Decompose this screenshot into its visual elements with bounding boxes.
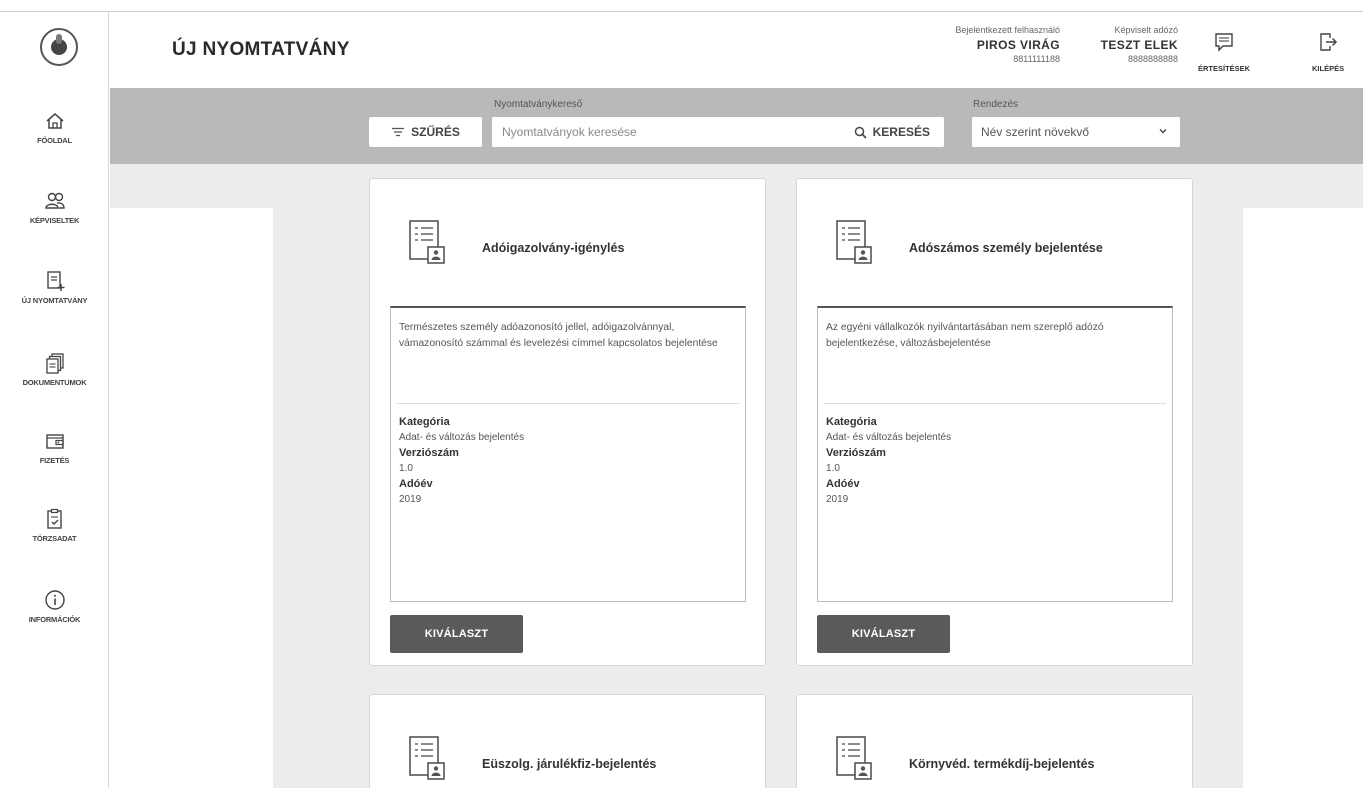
search-caption: Nyomtatványkereső: [494, 99, 583, 110]
card-description: Az egyéni vállalkozók nyilvántartásában …: [826, 322, 1104, 349]
wallet-icon: [45, 434, 64, 449]
sidebar-item-label: ÚJ NYOMTATVÁNY: [21, 296, 88, 305]
sidebar-item-payment[interactable]: FIZETÉS: [0, 430, 109, 465]
version-label: Verziószám: [826, 447, 886, 459]
filter-icon: [392, 127, 405, 137]
category-value: Adat- és változás bejelentés: [399, 432, 525, 443]
logged-in-user: Bejelentkezett felhasználó PIROS VIRÁG 8…: [955, 25, 1060, 64]
card-header: Eüszolg. járulékfiz-bejelentés: [370, 695, 765, 788]
logged-in-caption: Bejelentkezett felhasználó: [955, 25, 1060, 35]
version-value: 1.0: [399, 463, 413, 474]
form-document-icon: [409, 220, 445, 264]
card-header: Adóigazolvány-igénylés: [370, 179, 765, 299]
home-icon: [46, 113, 63, 129]
version-value: 1.0: [826, 463, 840, 474]
sidebar-item-representatives[interactable]: KÉPVISELTEK: [0, 190, 109, 225]
sidebar-item-home[interactable]: FŐOLDAL: [0, 110, 109, 145]
card-title: Adószámos személy bejelentése: [909, 241, 1103, 255]
sidebar-item-label: FŐOLDAL: [37, 136, 72, 145]
sort-value: Név szerint növekvő: [981, 125, 1090, 139]
page-title: ÚJ NYOMTATVÁNY: [172, 39, 350, 60]
filter-button[interactable]: SZŰRÉS: [369, 117, 482, 147]
form-card: Adóigazolvány-igénylés Természetes szemé…: [369, 178, 766, 666]
form-document-icon: [409, 736, 445, 780]
info-icon: [44, 590, 65, 610]
sort-select[interactable]: Név szerint növekvő: [972, 117, 1180, 147]
logged-in-id: 8811111188: [1013, 54, 1060, 64]
search-icon: [854, 126, 867, 139]
users-icon: [44, 192, 65, 209]
card-title: Adóigazolvány-igénylés: [482, 241, 625, 255]
documents-icon: [45, 353, 64, 374]
represented-taxpayer: Képviselt adózó TESZT ELEK 8888888888: [1101, 25, 1178, 64]
left-panel: [110, 208, 273, 788]
sidebar-item-label: INFORMÁCIÓK: [28, 615, 81, 624]
logout-button[interactable]: KILÉPÉS: [1312, 32, 1344, 76]
sidebar-item-documents[interactable]: DOKUMENTUMOK: [0, 352, 109, 387]
tax-year-label: Adóév: [399, 478, 433, 490]
sidebar-item-label: FIZETÉS: [39, 456, 70, 465]
form-card: Környvéd. termékdíj-bejelentés: [796, 694, 1193, 788]
represented-id: 8888888888: [1127, 54, 1178, 64]
sidebar-item-new-form[interactable]: ÚJ NYOMTATVÁNY: [0, 270, 109, 305]
window-top-border: [0, 0, 1363, 12]
card-header: Adószámos személy bejelentése: [797, 179, 1192, 299]
card-title: Környvéd. termékdíj-bejelentés: [909, 757, 1095, 771]
card-description: Természetes személy adóazonosító jellel,…: [399, 322, 718, 349]
logo-icon[interactable]: [40, 28, 78, 66]
select-button[interactable]: KIVÁLASZT: [817, 615, 950, 653]
card-meta: Kategória Adat- és változás bejelentés V…: [826, 415, 1156, 508]
sidebar-item-label: TÖRZSADAT: [32, 534, 77, 543]
card-meta: Kategória Adat- és változás bejelentés V…: [399, 415, 729, 508]
chevron-down-icon: [1159, 129, 1167, 134]
search-input[interactable]: [492, 117, 812, 147]
logout-icon: [1320, 33, 1338, 51]
filter-label: SZŰRÉS: [411, 125, 460, 139]
tax-year-value: 2019: [399, 494, 422, 505]
represented-caption: Képviselt adózó: [1114, 25, 1178, 35]
sidebar-item-label: DOKUMENTUMOK: [22, 378, 87, 387]
sidebar-item-information[interactable]: INFORMÁCIÓK: [0, 589, 109, 624]
tax-year-label: Adóév: [826, 478, 860, 490]
version-label: Verziószám: [399, 447, 459, 459]
card-details: Természetes személy adóazonosító jellel,…: [390, 306, 746, 602]
search-button[interactable]: KERESÉS: [854, 117, 930, 147]
right-panel: [1243, 208, 1363, 788]
new-form-icon: [46, 271, 64, 291]
main-content: Adóigazolvány-igénylés Természetes szemé…: [110, 164, 1363, 788]
category-label: Kategória: [826, 416, 877, 428]
select-button[interactable]: KIVÁLASZT: [390, 615, 523, 653]
search-bar: SZŰRÉS Nyomtatványkereső KERESÉS Rendezé…: [110, 88, 1363, 164]
divider: [397, 403, 739, 404]
form-document-icon: [836, 736, 872, 780]
card-details: Az egyéni vállalkozók nyilvántartásában …: [817, 306, 1173, 602]
form-card: Adószámos személy bejelentése Az egyéni …: [796, 178, 1193, 666]
header: ÚJ NYOMTATVÁNY Bejelentkezett felhasznál…: [110, 12, 1363, 88]
card-header: Környvéd. termékdíj-bejelentés: [797, 695, 1192, 788]
represented-name: TESZT ELEK: [1100, 38, 1178, 52]
sidebar-item-master-data[interactable]: TÖRZSADAT: [0, 508, 109, 543]
category-value: Adat- és változás bejelentés: [826, 432, 952, 443]
chat-bubble-icon: [1215, 33, 1233, 52]
tax-year-value: 2019: [826, 494, 849, 505]
notifications-label: ÉRTESÍTÉSEK: [1198, 64, 1251, 73]
sidebar: FŐOLDAL KÉPVISELTEK ÚJ NYOMTATVÁNY DOKUM…: [0, 12, 109, 788]
form-card: Eüszolg. járulékfiz-bejelentés: [369, 694, 766, 788]
form-document-icon: [836, 220, 872, 264]
card-title: Eüszolg. járulékfiz-bejelentés: [482, 757, 657, 771]
logged-in-name: PIROS VIRÁG: [976, 38, 1060, 52]
master-data-icon: [46, 508, 62, 529]
sort-caption: Rendezés: [973, 99, 1019, 110]
notifications-button[interactable]: ÉRTESÍTÉSEK: [1198, 32, 1250, 76]
sidebar-item-label: KÉPVISELTEK: [29, 216, 80, 225]
search-button-label: KERESÉS: [872, 125, 930, 139]
logout-label: KILÉPÉS: [1312, 64, 1345, 73]
category-label: Kategória: [399, 416, 450, 428]
search-box: KERESÉS: [492, 117, 944, 147]
divider: [824, 403, 1166, 404]
